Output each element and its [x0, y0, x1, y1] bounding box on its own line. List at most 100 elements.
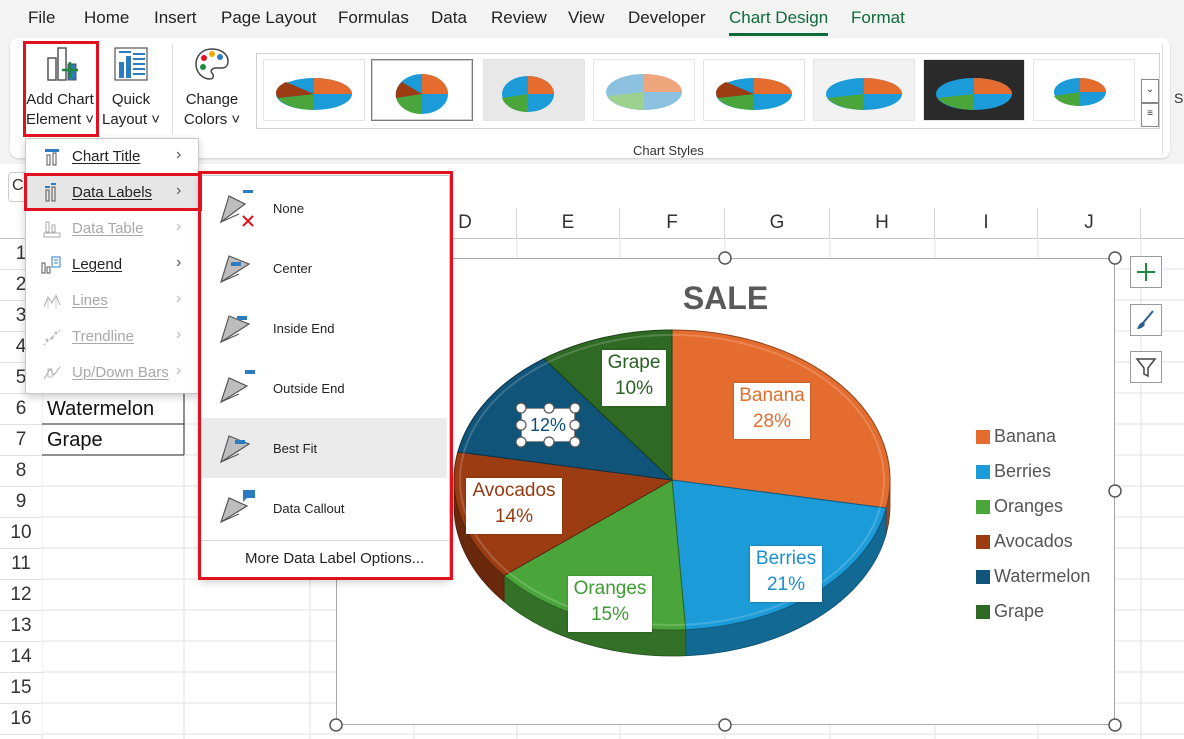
menu-item-data-labels[interactable]: Data Labels › — [26, 175, 198, 211]
submenu-item-center[interactable]: Center — [201, 238, 447, 298]
menu-item-legend[interactable]: Legend › — [26, 247, 198, 283]
submenu-item-none-label: None — [273, 201, 305, 216]
row-header-13[interactable]: 13 — [0, 611, 42, 642]
submenu-item-outside-end-label: Outside End — [273, 381, 345, 396]
menu-item-up-down-bars[interactable]: Up/Down Bars › — [26, 355, 198, 391]
row-header-14[interactable]: 14 — [0, 642, 42, 673]
menu-item-legend-label: Legend — [72, 256, 123, 273]
chart-style-6[interactable] — [813, 59, 915, 121]
tab-review[interactable]: Review — [491, 8, 547, 28]
tab-home[interactable]: Home — [84, 8, 129, 28]
submenu-item-data-callout[interactable]: Data Callout — [201, 478, 447, 538]
chevron-right-icon: › — [176, 182, 182, 199]
label-data-callout-icon — [219, 490, 255, 524]
cell-a7[interactable]: Grape — [47, 429, 103, 452]
submenu-item-outside-end[interactable]: Outside End — [201, 358, 447, 418]
tab-page-layout[interactable]: Page Layout — [221, 8, 316, 28]
submenu-item-best-fit[interactable]: Best Fit — [201, 418, 447, 478]
lines-icon — [43, 293, 61, 309]
add-chart-element-icon — [47, 47, 78, 81]
col-header-f[interactable]: F — [620, 208, 725, 238]
row-header-6[interactable]: 6 — [0, 394, 42, 425]
menu-item-data-table[interactable]: Data Table › — [26, 211, 198, 247]
submenu-item-none[interactable]: None — [201, 178, 447, 238]
label-inside-end-icon — [219, 315, 251, 344]
row-header-10[interactable]: 10 — [0, 518, 42, 549]
label-none-icon — [219, 190, 254, 227]
chart-style-4[interactable] — [593, 59, 695, 121]
tab-file[interactable]: File — [28, 8, 55, 28]
chevron-right-icon: › — [176, 362, 182, 379]
add-chart-element-menu: Chart Title › Data Labels › Data Table ›… — [25, 138, 199, 394]
row-header-7[interactable]: 7 — [0, 425, 42, 456]
chart-style-3[interactable] — [483, 59, 585, 121]
chevron-right-icon: › — [176, 290, 182, 307]
palette-icon — [195, 48, 229, 80]
gallery-more[interactable]: ≡ — [1141, 103, 1159, 127]
chevron-right-icon: › — [176, 326, 182, 343]
tab-formulas[interactable]: Formulas — [338, 8, 409, 28]
menu-item-chart-title-label: Chart Title — [72, 148, 141, 165]
menu-item-data-table-label: Data Table — [72, 220, 144, 237]
data-table-icon — [43, 221, 61, 238]
menu-item-data-labels-label: Data Labels — [72, 184, 153, 201]
row-header-9[interactable]: 9 — [0, 487, 42, 518]
quick-layout-button[interactable]: Quick Layout ˅ — [100, 42, 162, 130]
chart-styles-group-label: Chart Styles — [633, 143, 704, 158]
ribbon-divider-2 — [1162, 44, 1163, 154]
ribbon-divider — [172, 44, 173, 134]
quick-layout-label-1: Quick — [111, 91, 151, 108]
gallery-scroll-up[interactable]: ⌄ — [1141, 79, 1159, 103]
more-data-label-options[interactable]: More Data Label Options... — [245, 550, 424, 567]
row-header-8[interactable]: 8 — [0, 456, 42, 487]
col-header-g[interactable]: G — [725, 208, 830, 238]
tab-insert[interactable]: Insert — [154, 8, 197, 28]
menu-item-trendline-label: Trendline — [72, 328, 134, 345]
submenu-item-inside-end[interactable]: Inside End — [201, 298, 447, 358]
data-labels-icon — [45, 183, 56, 202]
chart-style-1[interactable] — [263, 59, 365, 121]
chart-styles-side-button[interactable] — [1130, 304, 1162, 336]
menu-item-trendline[interactable]: Trendline › — [26, 319, 198, 355]
tab-format[interactable]: Format — [851, 8, 905, 28]
row-header-12[interactable]: 12 — [0, 580, 42, 611]
cell-a6[interactable]: Watermelon — [47, 398, 154, 421]
chevron-right-icon: › — [176, 254, 182, 271]
menu-item-lines[interactable]: Lines › — [26, 283, 198, 319]
col-header-h[interactable]: H — [830, 208, 935, 238]
chart-style-8[interactable] — [1033, 59, 1135, 121]
col-header-i[interactable]: I — [935, 208, 1038, 238]
chart-style-7[interactable] — [923, 59, 1025, 121]
chart-style-5[interactable] — [703, 59, 805, 121]
submenu-item-center-label: Center — [273, 261, 313, 276]
change-colors-label-2: Colors ˅ — [183, 111, 241, 128]
chart-elements-side-button[interactable] — [1130, 256, 1162, 288]
submenu-separator — [201, 540, 449, 541]
row-header-16[interactable]: 16 — [0, 704, 42, 735]
label-outside-end-icon — [219, 370, 255, 404]
change-colors-label-1: Change — [185, 91, 239, 108]
chart-styles-gallery: ⌄ ≡ — [256, 53, 1160, 129]
col-header-e[interactable]: E — [517, 208, 620, 238]
row-header-11[interactable]: 11 — [0, 549, 42, 580]
tab-view[interactable]: View — [568, 8, 605, 28]
menu-item-chart-title[interactable]: Chart Title › — [26, 139, 198, 175]
brush-icon — [1137, 310, 1154, 329]
tab-developer[interactable]: Developer — [628, 8, 706, 28]
tab-chart-design[interactable]: Chart Design — [729, 8, 829, 36]
chevron-right-icon: › — [176, 218, 182, 235]
tab-data[interactable]: Data — [431, 8, 467, 28]
col-header-j[interactable]: J — [1038, 208, 1141, 238]
menu-item-up-down-bars-label: Up/Down Bars — [72, 364, 169, 381]
chart-style-2[interactable] — [371, 59, 473, 121]
submenu-item-inside-end-label: Inside End — [273, 321, 335, 336]
label-best-fit-icon — [219, 435, 251, 464]
chart-filters-side-button[interactable] — [1130, 351, 1162, 383]
data-labels-submenu: None Center Inside End Outside End Best … — [200, 175, 450, 579]
row-header-15[interactable]: 15 — [0, 673, 42, 704]
change-colors-button[interactable]: Change Colors ˅ — [180, 42, 244, 130]
filter-icon — [1135, 358, 1157, 378]
add-chart-element-label-1: Add Chart — [26, 91, 94, 108]
quick-layout-label-2: Layout ˅ — [102, 111, 160, 128]
add-chart-element-button[interactable]: Add Chart Element ˅ — [22, 42, 98, 130]
